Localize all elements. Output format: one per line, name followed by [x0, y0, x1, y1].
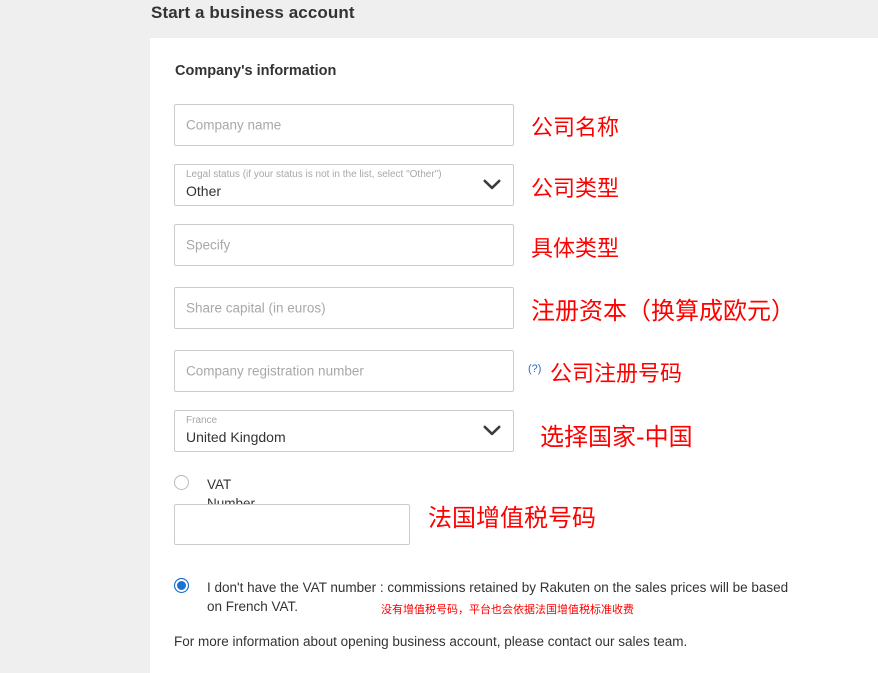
annotation-no-vat-note: 没有增值税号码，平台也会依据法国增值税标准收费	[381, 603, 634, 616]
company-name-placeholder: Company name	[186, 117, 282, 133]
annotation-country: 选择国家-中国	[540, 423, 693, 451]
share-capital-input[interactable]: Share capital (in euros)	[174, 287, 514, 329]
country-value: United Kingdom	[186, 429, 286, 445]
registration-help-icon[interactable]: (?)	[528, 363, 541, 375]
chevron-down-icon	[483, 425, 501, 437]
legal-status-value: Other	[186, 183, 222, 199]
annotation-specify: 具体类型	[531, 237, 620, 262]
page-root: Start a business account Company's infor…	[0, 0, 878, 673]
legal-status-select[interactable]: Legal status (if your status is not in t…	[174, 164, 514, 206]
chevron-down-icon	[483, 179, 501, 191]
company-name-input[interactable]: Company name	[174, 104, 514, 146]
share-capital-placeholder: Share capital (in euros)	[186, 300, 326, 316]
company-registration-number-input[interactable]: Company registration number	[174, 350, 514, 392]
section-title: Company's information	[175, 63, 337, 79]
specify-placeholder: Specify	[186, 237, 231, 253]
annotation-legal-status: 公司类型	[531, 177, 620, 202]
annotation-vat-number: 法国增值税号码	[428, 504, 596, 532]
footer-note: For more information about opening busin…	[174, 634, 688, 649]
annotation-registration-number: 公司注册号码	[550, 362, 683, 387]
vat-number-input[interactable]	[174, 504, 410, 545]
country-select[interactable]: France United Kingdom	[174, 410, 514, 452]
company-registration-number-placeholder: Company registration number	[186, 363, 364, 379]
page-title: Start a business account	[151, 3, 355, 22]
legal-status-label: Legal status (if your status is not in t…	[186, 169, 442, 180]
country-label: France	[186, 415, 218, 426]
specify-input[interactable]: Specify	[174, 224, 514, 266]
annotation-company-name: 公司名称	[531, 116, 620, 141]
annotation-share-capital: 注册资本（换算成欧元）	[531, 297, 795, 325]
business-account-card: Company's information Company name Legal…	[150, 38, 878, 673]
vat-number-radio[interactable]	[174, 475, 189, 490]
no-vat-radio[interactable]	[174, 578, 189, 593]
